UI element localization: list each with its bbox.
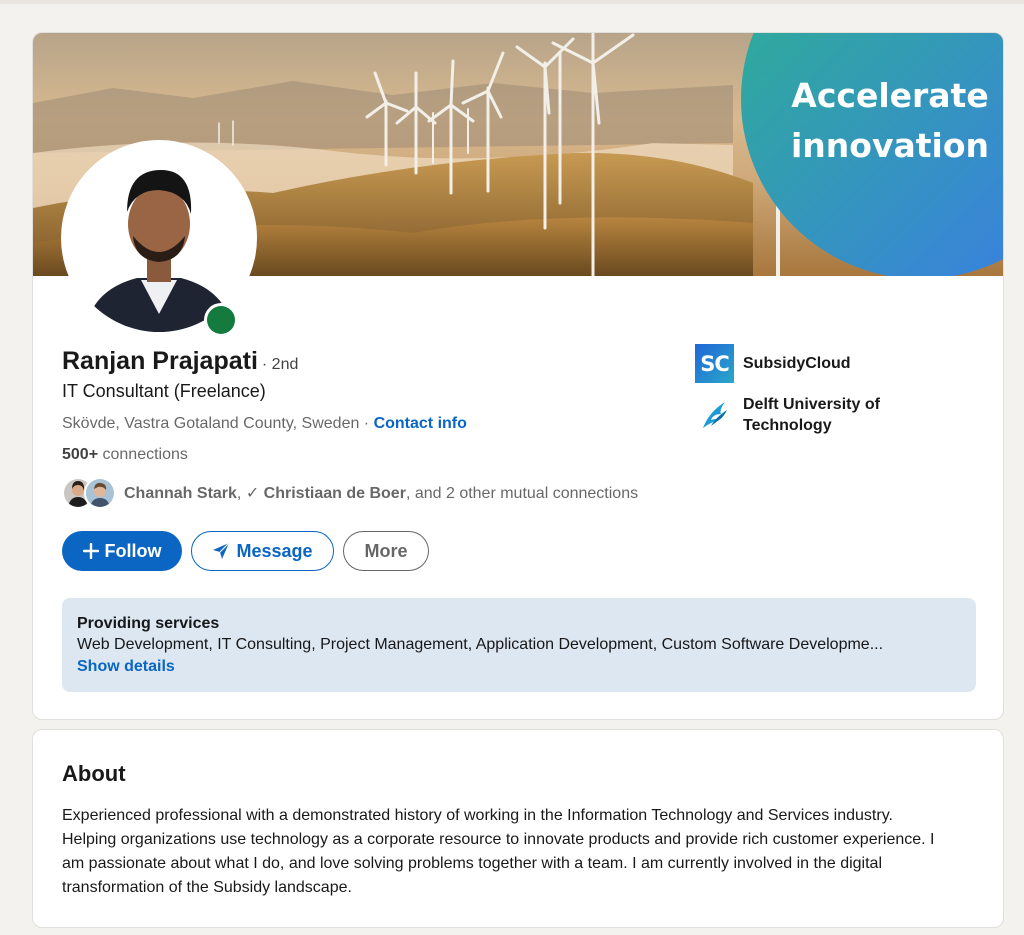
mutual-connections-link[interactable]: Channah Stark, ✓ Christiaan de Boer, and… <box>62 475 638 511</box>
contact-info-link[interactable]: Contact info <box>374 415 467 432</box>
show-details-link[interactable]: Show details <box>77 656 961 678</box>
follow-button-label: Follow <box>104 540 162 561</box>
follow-button[interactable]: Follow <box>62 531 182 571</box>
services-list: Web Development, IT Consulting, Project … <box>77 636 884 653</box>
delft-flame-logo <box>695 394 734 433</box>
location-row: Skövde, Vastra Gotaland County, Sweden ·… <box>62 415 467 433</box>
more-button-label: More <box>364 540 408 561</box>
mutual-avatar-2 <box>84 477 116 509</box>
banner-headline: Accelerate innovation <box>790 71 990 171</box>
about-card: About Experienced professional with a de… <box>32 729 1004 928</box>
profile-card: Accelerate innovation Ranjan Prajapati ·… <box>32 32 1004 720</box>
about-title: About <box>62 761 126 786</box>
mutual-rest: , and 2 other mutual connections <box>405 485 639 502</box>
name-row: Ranjan Prajapati · 2nd <box>62 347 298 376</box>
location-separator: · <box>359 415 374 432</box>
online-status-dot <box>204 303 238 337</box>
send-icon <box>212 542 230 560</box>
mutual-connections-text: Channah Stark, ✓ Christiaan de Boer, and… <box>124 483 638 503</box>
message-button[interactable]: Message <box>191 531 334 571</box>
banner-headline-line2: innovation <box>791 126 989 165</box>
about-body: Experienced professional with a demonstr… <box>62 807 935 896</box>
org-name-delft: Delft University of Technology <box>743 394 880 436</box>
org-name-delft-line1: Delft University of <box>743 396 880 413</box>
check-icon: ✓ <box>241 485 264 502</box>
org-subsidycloud[interactable]: SC SubsidyCloud <box>695 344 851 383</box>
connection-degree: · 2nd <box>261 356 299 373</box>
connections-number: 500+ <box>62 446 99 463</box>
mutual-avatars <box>62 475 118 511</box>
profile-name: Ranjan Prajapati <box>62 347 258 375</box>
subsidycloud-logo: SC <box>695 344 734 383</box>
services-title: Providing services <box>77 615 220 632</box>
org-delft-university[interactable]: Delft University of Technology <box>695 394 880 436</box>
profile-headline: IT Consultant (Freelance) <box>62 381 266 401</box>
mutual-name-1: Channah Stark <box>124 485 237 502</box>
banner-headline-line1: Accelerate <box>791 76 989 115</box>
top-bar <box>0 0 1024 4</box>
mutual-name-2: Christiaan de Boer <box>263 485 406 502</box>
org-name-subsidycloud: SubsidyCloud <box>743 355 851 372</box>
providing-services-box: Providing services Web Development, IT C… <box>62 598 976 692</box>
connections-count-link[interactable]: 500+ connections <box>62 446 188 464</box>
profile-location: Skövde, Vastra Gotaland County, Sweden <box>62 415 360 432</box>
message-button-label: Message <box>236 540 313 561</box>
plus-icon <box>82 543 99 559</box>
org-name-delft-line2: Technology <box>743 417 832 434</box>
connections-label: connections <box>98 446 188 463</box>
more-button[interactable]: More <box>343 531 429 571</box>
